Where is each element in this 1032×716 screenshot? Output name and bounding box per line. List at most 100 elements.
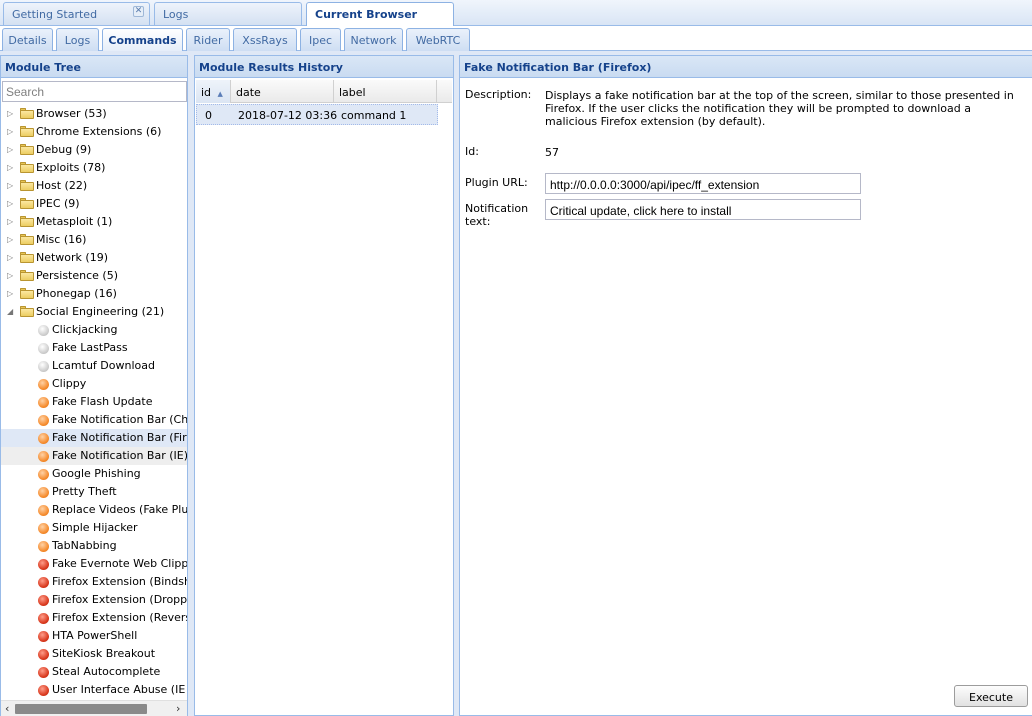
tree-module-lcamtuf-download[interactable]: Lcamtuf Download [1,357,187,375]
tab-details[interactable]: Details [2,28,53,51]
tree-module-user-interface-abuse[interactable]: User Interface Abuse (IE 9/10) [1,681,187,698]
chevron-right-icon[interactable]: ▷ [7,253,13,263]
tree-module-fake-notification-bar-chrome[interactable]: Fake Notification Bar (Chrome) [1,411,187,429]
tree-module-simple-hijacker[interactable]: Simple Hijacker [1,519,187,537]
tree-folder-social-engineering[interactable]: ◢ Social Engineering (21) [1,303,187,321]
tree-folder-label: Exploits (78) [36,161,106,174]
status-orange-icon [38,379,49,390]
tree-module-fake-lastpass[interactable]: Fake LastPass [1,339,187,357]
scroll-right-icon[interactable]: › [176,702,180,715]
tree-module-label: SiteKiosk Breakout [52,647,156,660]
tab-xssrays[interactable]: XssRays [233,28,297,51]
tree-module-label: Google Phishing [52,467,141,480]
tab-details-label: Details [8,34,47,47]
tree-module-steal-autocomplete[interactable]: Steal Autocomplete [1,663,187,681]
results-history-title: Module Results History [195,56,453,78]
tab-xssrays-label: XssRays [242,34,288,47]
chevron-right-icon[interactable]: ▷ [7,217,13,227]
chevron-right-icon[interactable]: ▷ [7,235,13,245]
tree-module-firefox-extension-dropper[interactable]: Firefox Extension (Dropper) [1,591,187,609]
plugin-url-input[interactable]: http://0.0.0.0:3000/api/ipec/ff_extensio… [545,173,861,194]
chevron-right-icon[interactable]: ▷ [7,163,13,173]
status-orange-icon [38,415,49,426]
column-header-label: date [236,86,261,99]
folder-icon [20,180,34,191]
tab-sub-logs[interactable]: Logs [56,28,99,51]
column-header-id[interactable]: id ▲ [196,80,231,103]
chevron-right-icon[interactable]: ▷ [7,289,13,299]
description-text: Displays a fake notification bar at the … [545,89,1014,128]
tree-module-replace-videos[interactable]: Replace Videos (Fake Plugin) [1,501,187,519]
tab-commands[interactable]: Commands [102,28,183,52]
execute-button[interactable]: Execute [954,685,1028,707]
tree-module-fake-evernote-web-clipper[interactable]: Fake Evernote Web Clipper [1,555,187,573]
tree-module-firefox-extension-bindshell[interactable]: Firefox Extension (Bindshell) [1,573,187,591]
tree-module-label: User Interface Abuse (IE 9/10) [52,683,187,696]
tab-rider[interactable]: Rider [186,28,230,51]
tree-folder-label: IPEC (9) [36,197,80,210]
tree-module-google-phishing[interactable]: Google Phishing [1,465,187,483]
id-label: Id: [465,145,479,158]
scroll-left-icon[interactable]: ‹ [5,702,9,715]
tree-module-clickjacking[interactable]: Clickjacking [1,321,187,339]
notification-label-line1: Notification [465,202,529,215]
tree-module-clippy[interactable]: Clippy [1,375,187,393]
tree-folder-label: Persistence (5) [36,269,118,282]
tab-webrtc[interactable]: WebRTC [406,28,470,51]
status-orange-icon [38,433,49,444]
folder-icon [20,288,34,299]
folder-open-icon [20,306,34,317]
chevron-right-icon[interactable]: ▷ [7,181,13,191]
horizontal-scrollbar[interactable]: ‹ › [1,700,187,716]
tab-network[interactable]: Network [344,28,403,51]
chevron-down-icon[interactable]: ◢ [7,307,13,317]
description-label: Description: [465,88,532,101]
chevron-right-icon[interactable]: ▷ [7,271,13,281]
tree-folder-label: Misc (16) [36,233,87,246]
tree-module-label: Firefox Extension (Reverse Shell) [52,611,187,624]
tree-module-label: Fake Notification Bar (IE) [52,449,187,462]
tree-module-firefox-extension-reverse-shell[interactable]: Firefox Extension (Reverse Shell) [1,609,187,627]
column-header-label[interactable]: label [334,80,437,103]
tree-folder-network[interactable]: ▷ Network (19) [1,249,187,267]
tree-folder-browser[interactable]: ▷ Browser (53) [1,105,187,123]
tree-folder-persistence[interactable]: ▷ Persistence (5) [1,267,187,285]
tree-folder-label: Browser (53) [36,107,107,120]
tree-folder-host[interactable]: ▷ Host (22) [1,177,187,195]
folder-icon [20,162,34,173]
column-header-date[interactable]: date [231,80,334,103]
status-red-icon [38,631,49,642]
tree-module-fake-notification-bar-firefox[interactable]: Fake Notification Bar (Firefox) [1,429,187,447]
tab-getting-started[interactable]: Getting Started ✕ [3,2,150,25]
tree-module-tabnabbing[interactable]: TabNabbing [1,537,187,555]
tab-ipec[interactable]: Ipec [300,28,341,51]
search-input[interactable]: Search [2,81,187,102]
tree-module-pretty-theft[interactable]: Pretty Theft [1,483,187,501]
tree-folder-debug[interactable]: ▷ Debug (9) [1,141,187,159]
tree-module-sitekiosk-breakout[interactable]: SiteKiosk Breakout [1,645,187,663]
tab-current-browser[interactable]: Current Browser [306,2,454,26]
status-red-icon [38,649,49,660]
status-orange-icon [38,541,49,552]
tree-folder-chrome-extensions[interactable]: ▷ Chrome Extensions (6) [1,123,187,141]
chevron-right-icon[interactable]: ▷ [7,145,13,155]
chevron-right-icon[interactable]: ▷ [7,109,13,119]
scrollbar-thumb[interactable] [15,704,147,714]
chevron-right-icon[interactable]: ▷ [7,127,13,137]
tree-module-hta-powershell[interactable]: HTA PowerShell [1,627,187,645]
tab-webrtc-label: WebRTC [415,34,461,47]
tree-folder-misc[interactable]: ▷ Misc (16) [1,231,187,249]
tree-folder-phonegap[interactable]: ▷ Phonegap (16) [1,285,187,303]
tree-folder-ipec[interactable]: ▷ IPEC (9) [1,195,187,213]
tab-ipec-label: Ipec [308,34,333,47]
close-icon[interactable]: ✕ [133,6,144,17]
tree-module-fake-flash-update[interactable]: Fake Flash Update [1,393,187,411]
tree-folder-metasploit[interactable]: ▷ Metasploit (1) [1,213,187,231]
tab-logs[interactable]: Logs [154,2,302,25]
table-row[interactable]: 0 2018-07-12 03:36 command 1 [196,104,438,125]
chevron-right-icon[interactable]: ▷ [7,199,13,209]
tree-module-label: HTA PowerShell [52,629,138,642]
tree-folder-exploits[interactable]: ▷ Exploits (78) [1,159,187,177]
notification-text-input[interactable]: Critical update, click here to install [545,199,861,220]
tree-module-fake-notification-bar-ie[interactable]: Fake Notification Bar (IE) [1,447,187,465]
